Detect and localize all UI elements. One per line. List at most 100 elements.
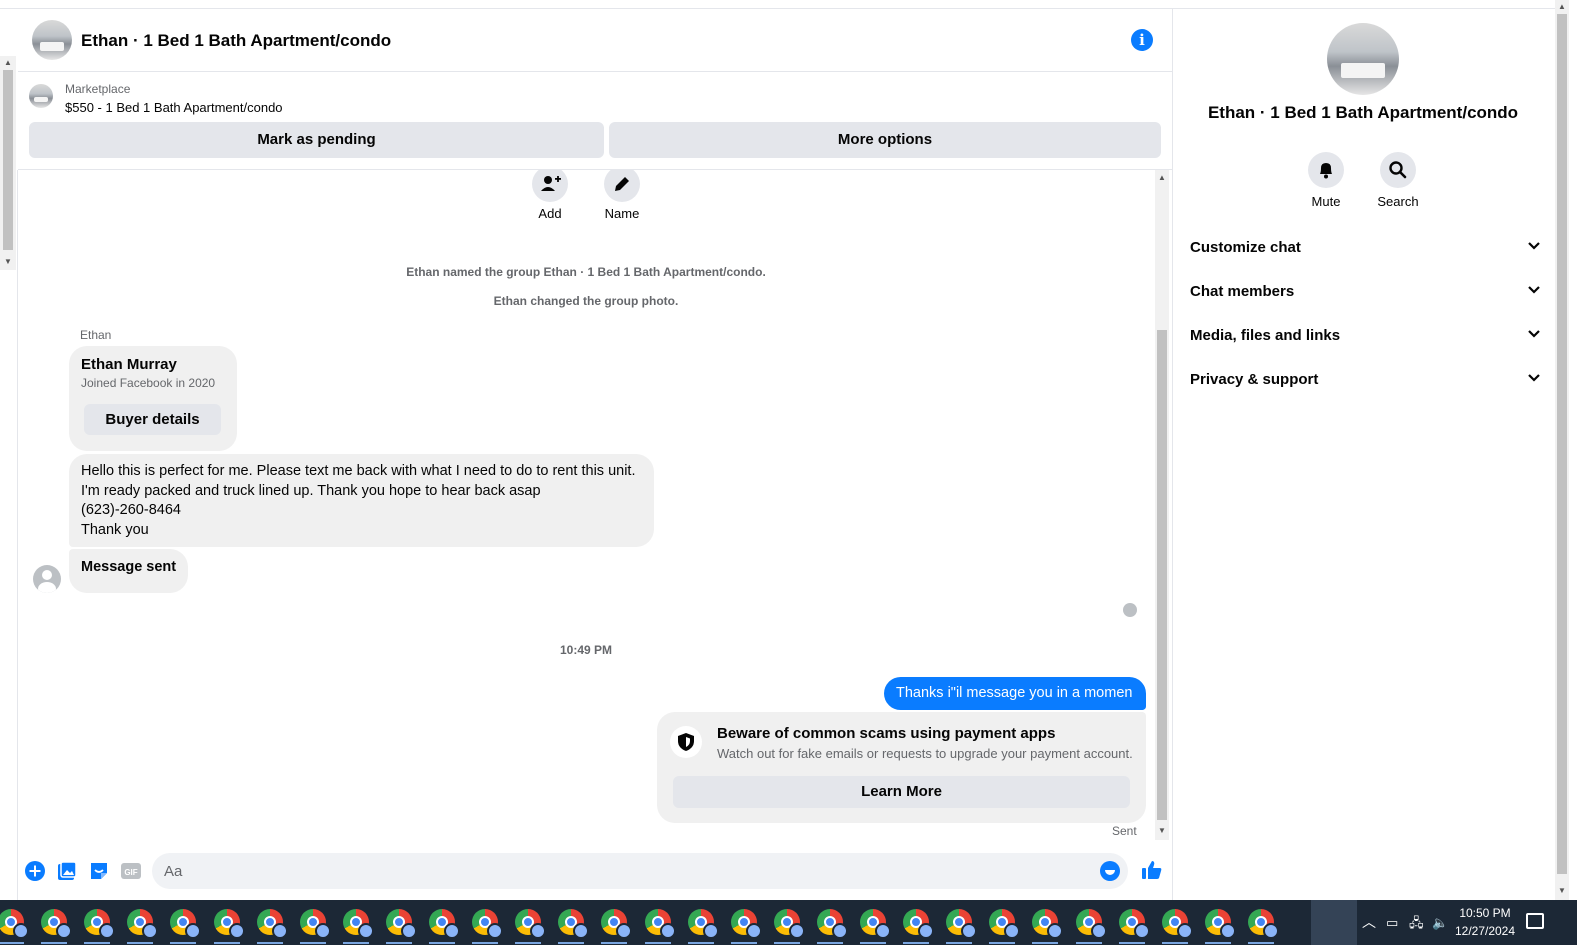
taskbar-running-indicator [1075, 942, 1102, 944]
outer-scroll-thumb[interactable] [3, 70, 13, 250]
chrome-taskbar-icon[interactable] [1204, 909, 1236, 939]
chrome-taskbar-icon[interactable] [299, 909, 331, 939]
taskbar-running-indicator [730, 942, 757, 944]
buyer-joined: Joined Facebook in 2020 [81, 376, 216, 390]
chrome-taskbar-icon[interactable] [472, 909, 504, 939]
chat-title[interactable]: Ethan · 1 Bed 1 Bath Apartment/condo [81, 31, 391, 51]
mute-label: Mute [1311, 194, 1341, 209]
learn-more-button[interactable]: Learn More [673, 776, 1130, 808]
chrome-taskbar-icon[interactable] [170, 909, 202, 939]
chrome-taskbar-icon[interactable] [601, 909, 633, 939]
scroll-down-arrow-icon[interactable]: ▼ [1558, 886, 1566, 895]
system-clock[interactable]: 10:50 PM 12/27/2024 [1452, 904, 1518, 940]
chrome-taskbar-icon[interactable] [0, 909, 29, 939]
privacy-support-section[interactable]: Privacy & support [1190, 362, 1540, 398]
page-scroll-thumb[interactable] [1557, 14, 1567, 874]
active-app-highlight [1311, 900, 1357, 945]
chrome-taskbar-icon[interactable] [342, 909, 374, 939]
meet-now-icon[interactable]: ▭ [1386, 900, 1398, 945]
chrome-taskbar-icon[interactable] [1118, 909, 1150, 939]
chrome-taskbar-icon[interactable] [989, 909, 1021, 939]
media-files-links-section[interactable]: Media, files and links [1190, 318, 1540, 354]
message-list[interactable]: Add Name Ethan named the group Ethan · 1… [18, 170, 1154, 840]
chevron-down-icon [1528, 242, 1540, 250]
chrome-taskbar-icon[interactable] [41, 909, 73, 939]
scam-warning-card: Beware of common scams using payment app… [657, 712, 1146, 823]
chrome-taskbar-icon[interactable] [816, 909, 848, 939]
chat-members-section[interactable]: Chat members [1190, 274, 1540, 310]
page-scrollbar[interactable]: ▲ ▼ [1555, 0, 1569, 900]
scroll-up-arrow-icon[interactable]: ▲ [4, 58, 12, 67]
chrome-taskbar-icon[interactable] [1075, 909, 1107, 939]
chrome-taskbar-icon[interactable] [687, 909, 719, 939]
svg-text:GIF: GIF [124, 868, 137, 877]
mute-button[interactable]: Mute [1296, 152, 1356, 209]
taskbar-running-indicator [687, 942, 714, 944]
network-icon[interactable]: 🖧 [1409, 900, 1424, 945]
incoming-message[interactable]: Message sent [69, 549, 188, 593]
chrome-taskbar-icon[interactable] [860, 909, 891, 939]
chrome-taskbar-icon[interactable] [558, 909, 590, 939]
scam-warning-subtitle: Watch out for fake emails or requests to… [717, 746, 1133, 761]
chrome-taskbar-icon[interactable] [213, 909, 245, 939]
chat-header: Ethan · 1 Bed 1 Bath Apartment/condo i [18, 9, 1172, 72]
group-avatar[interactable] [32, 20, 72, 60]
search-button[interactable]: Search [1368, 152, 1428, 209]
emoji-icon[interactable] [1100, 861, 1120, 881]
pencil-icon [615, 177, 629, 191]
chrome-taskbar-icon[interactable] [1161, 909, 1193, 939]
sticker-icon[interactable] [89, 861, 109, 881]
listing-thumbnail[interactable] [29, 84, 53, 108]
chrome-taskbar-icon[interactable] [515, 909, 547, 939]
read-receipt-avatar [1123, 603, 1137, 617]
plus-icon[interactable] [25, 861, 45, 881]
scroll-down-arrow-icon[interactable]: ▼ [4, 257, 12, 266]
chrome-taskbar-icon[interactable] [730, 909, 762, 939]
taskbar-running-indicator [1161, 942, 1188, 944]
search-icon [1389, 161, 1407, 179]
sender-avatar[interactable] [33, 565, 61, 593]
chrome-taskbar-icon[interactable] [429, 909, 460, 939]
listing-title[interactable]: $550 - 1 Bed 1 Bath Apartment/condo [65, 100, 283, 115]
gif-icon[interactable]: GIF [121, 861, 141, 881]
chrome-taskbar-icon[interactable] [1032, 909, 1064, 939]
more-options-button[interactable]: More options [609, 122, 1161, 158]
taskbar-running-indicator [213, 942, 240, 944]
scroll-down-arrow-icon[interactable]: ▼ [1158, 826, 1166, 835]
chrome-taskbar-icon[interactable] [256, 909, 288, 939]
scroll-up-arrow-icon[interactable]: ▲ [1558, 2, 1566, 11]
chrome-taskbar-icon[interactable] [385, 909, 417, 939]
message-composer: GIF [18, 845, 1172, 897]
chrome-taskbar-icon[interactable] [84, 909, 116, 939]
chevron-up-icon[interactable]: ︿ [1362, 900, 1376, 945]
taskbar-running-indicator [1118, 942, 1145, 944]
message-scroll-thumb[interactable] [1157, 330, 1167, 820]
incoming-message[interactable]: Hello this is perfect for me. Please tex… [69, 454, 654, 547]
info-icon[interactable]: i [1131, 29, 1153, 51]
group-photo[interactable] [1327, 23, 1399, 95]
scroll-up-arrow-icon[interactable]: ▲ [1158, 173, 1166, 182]
name-label: Name [604, 206, 640, 221]
taskbar-running-indicator [127, 942, 154, 944]
gallery-icon[interactable] [57, 861, 77, 881]
chrome-taskbar-icon[interactable] [644, 909, 676, 939]
chrome-taskbar-icon[interactable] [1247, 909, 1279, 939]
outgoing-message[interactable]: Thanks i"il message you in a momen [884, 677, 1146, 710]
customize-chat-section[interactable]: Customize chat [1190, 230, 1540, 266]
volume-icon[interactable]: 🔈 [1432, 900, 1448, 945]
outer-scrollbar[interactable]: ▲ ▼ [0, 56, 16, 270]
message-input-box[interactable] [152, 853, 1128, 889]
message-scrollbar[interactable]: ▲ ▼ [1155, 170, 1169, 840]
chrome-taskbar-icon[interactable] [127, 909, 159, 939]
bell-icon [1320, 163, 1332, 179]
thumbs-up-icon[interactable] [1141, 859, 1163, 881]
notifications-icon[interactable] [1526, 913, 1544, 929]
name-group-button[interactable] [604, 170, 640, 202]
message-input[interactable] [164, 859, 1084, 883]
chrome-taskbar-icon[interactable] [946, 909, 978, 939]
buyer-details-button[interactable]: Buyer details [84, 404, 221, 435]
chrome-taskbar-icon[interactable] [903, 909, 935, 939]
chrome-taskbar-icon[interactable] [773, 909, 805, 939]
add-people-button[interactable] [532, 170, 568, 202]
mark-as-pending-button[interactable]: Mark as pending [29, 122, 604, 158]
